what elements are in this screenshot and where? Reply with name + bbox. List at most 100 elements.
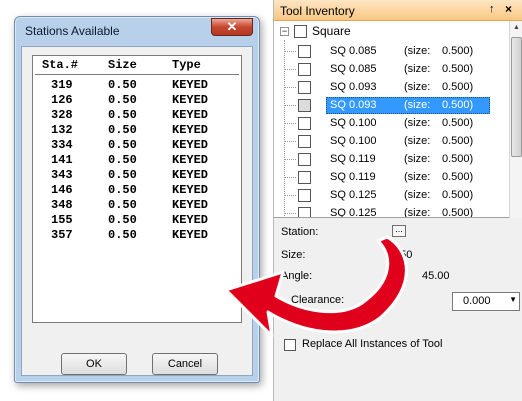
tool-size-label: (size: — [404, 81, 431, 93]
dialog-close-button[interactable]: ✕ — [211, 18, 253, 36]
tool-name: SQ 0.100 — [330, 135, 377, 147]
tool-name: SQ 0.093 — [330, 81, 377, 93]
tree-item-tool[interactable]: SQ 0.085 (size: 0.500) — [284, 43, 490, 61]
table-row[interactable]: 334 0.50 KEYED — [35, 138, 239, 153]
chevron-down-icon[interactable]: ▼ — [509, 295, 517, 304]
table-row[interactable]: 146 0.50 KEYED — [35, 183, 239, 198]
replace-all-checkbox[interactable] — [284, 339, 296, 351]
tool-size-value: 0.500) — [442, 63, 474, 75]
clearance-dropdown[interactable]: 0.000 ▼ — [452, 292, 520, 311]
tool-size-value: 0.500) — [442, 81, 474, 93]
tool-checkbox[interactable] — [298, 135, 311, 148]
tool-name: SQ 0.125 — [330, 207, 377, 218]
cell-size: 0.50 — [108, 78, 137, 92]
tree-item-tool[interactable]: SQ 0.093 (size: 0.500) — [284, 79, 490, 97]
station-label: Station: — [281, 226, 319, 238]
cell-size: 0.50 — [108, 168, 137, 182]
table-row[interactable]: 348 0.50 KEYED — [35, 198, 239, 213]
cell-type: KEYED — [172, 228, 209, 242]
tree-connector — [284, 69, 296, 70]
tool-size-value: 0.500) — [442, 135, 474, 147]
tool-name: SQ 0.100 — [330, 117, 377, 129]
panel-title-bar: Tool Inventory ↑ × — [274, 0, 522, 21]
column-header-station[interactable]: Sta.# — [42, 58, 78, 72]
tool-size-label: (size: — [404, 117, 431, 129]
tree-connector — [284, 51, 296, 52]
station-browse-button[interactable]: ... — [392, 225, 406, 237]
cell-type: KEYED — [172, 153, 209, 167]
table-row[interactable]: 126 0.50 KEYED — [35, 93, 239, 108]
table-row[interactable]: 155 0.50 KEYED — [35, 213, 239, 228]
close-icon[interactable]: × — [505, 2, 512, 16]
tool-checkbox[interactable] — [298, 189, 311, 202]
tool-checkbox[interactable] — [298, 81, 311, 94]
table-row[interactable]: 132 0.50 KEYED — [35, 123, 239, 138]
size-label: Size: — [281, 249, 306, 261]
tree-item-tool[interactable]: SQ 0.093 (size: 0.500) — [284, 97, 490, 115]
tool-checkbox[interactable] — [298, 207, 311, 217]
dialog-client-area: Sta.# Size Type 319 0.50 KEYED 126 0.50 KEYED… — [21, 46, 253, 376]
cell-station: 357 — [51, 228, 73, 242]
tree-item-tool[interactable]: SQ 0.119 (size: 0.500) — [284, 169, 490, 187]
cell-size: 0.50 — [108, 228, 137, 242]
table-row[interactable]: 319 0.50 KEYED — [35, 78, 239, 93]
tree-connector — [284, 195, 296, 196]
cell-type: KEYED — [172, 123, 209, 137]
tree-item-tool[interactable]: SQ 0.119 (size: 0.500) — [284, 151, 490, 169]
angle-value: 45.00 — [422, 270, 450, 282]
tool-checkbox[interactable] — [298, 45, 311, 58]
tool-checkbox[interactable] — [298, 171, 311, 184]
cell-size: 0.50 — [108, 93, 137, 107]
table-row[interactable]: 343 0.50 KEYED — [35, 168, 239, 183]
tree-connector — [284, 105, 296, 106]
cell-station: 146 — [51, 183, 73, 197]
clearance-label: Clearance: — [291, 294, 345, 306]
pin-icon[interactable]: ↑ — [489, 3, 495, 15]
tree-connector — [284, 159, 296, 160]
tool-checkbox[interactable] — [298, 99, 311, 112]
tree-item-tool[interactable]: SQ 0.100 (size: 0.500) — [284, 133, 490, 151]
cell-type: KEYED — [172, 78, 209, 92]
tree-scrollbar[interactable]: ▲ — [509, 21, 522, 218]
tool-name: SQ 0.119 — [330, 171, 376, 183]
cell-station: 155 — [51, 213, 73, 227]
stations-list-header: Sta.# Size Type — [35, 58, 239, 75]
cell-type: KEYED — [172, 108, 209, 122]
tool-checkbox[interactable] — [298, 153, 311, 166]
square-checkbox[interactable] — [294, 25, 307, 38]
size-value: 0.50 — [391, 249, 413, 261]
table-row[interactable]: 328 0.50 KEYED — [35, 108, 239, 123]
tool-size-label: (size: — [404, 171, 431, 183]
cell-station: 328 — [51, 108, 73, 122]
column-header-size[interactable]: Size — [108, 58, 137, 72]
stations-available-dialog: Stations Available ✕ Sta.# Size Type 319… — [14, 16, 260, 383]
table-row[interactable]: 141 0.50 KEYED — [35, 153, 239, 168]
tree-item-tool[interactable]: SQ 0.125 (size: 0.500) — [284, 187, 490, 205]
cell-size: 0.50 — [108, 198, 137, 212]
close-icon: ✕ — [226, 19, 238, 34]
collapse-icon[interactable]: − — [280, 27, 289, 36]
ok-button[interactable]: OK — [61, 353, 127, 375]
cell-station: 132 — [51, 123, 73, 137]
tool-name: SQ 0.085 — [330, 63, 377, 75]
tool-checkbox[interactable] — [298, 63, 311, 76]
cancel-button[interactable]: Cancel — [152, 353, 218, 375]
tool-checkbox[interactable] — [298, 117, 311, 130]
scrollbar-thumb[interactable] — [511, 37, 522, 157]
tree-item-tool[interactable]: SQ 0.100 (size: 0.500) — [284, 115, 490, 133]
cell-station: 348 — [51, 198, 73, 212]
tool-name: SQ 0.119 — [330, 153, 376, 165]
cell-size: 0.50 — [108, 183, 137, 197]
tree-item-tool[interactable]: SQ 0.125 (size: 0.500) — [284, 205, 490, 218]
tool-name: SQ 0.085 — [330, 45, 377, 57]
cell-type: KEYED — [172, 93, 209, 107]
tool-size-value: 0.500) — [442, 189, 474, 201]
table-row[interactable]: 357 0.50 KEYED — [35, 228, 239, 243]
stations-list[interactable]: Sta.# Size Type 319 0.50 KEYED 126 0.50 KEYED… — [32, 55, 242, 323]
column-header-type[interactable]: Type — [172, 58, 201, 72]
tool-size-value: 0.500) — [442, 207, 474, 218]
tree-item-tool[interactable]: SQ 0.085 (size: 0.500) — [284, 61, 490, 79]
scroll-up-icon[interactable]: ▲ — [510, 21, 522, 35]
tool-tree[interactable]: − Square SQ 0.085 (size: 0.500) SQ 0.085 (si… — [274, 21, 509, 218]
cell-station: 141 — [51, 153, 73, 167]
